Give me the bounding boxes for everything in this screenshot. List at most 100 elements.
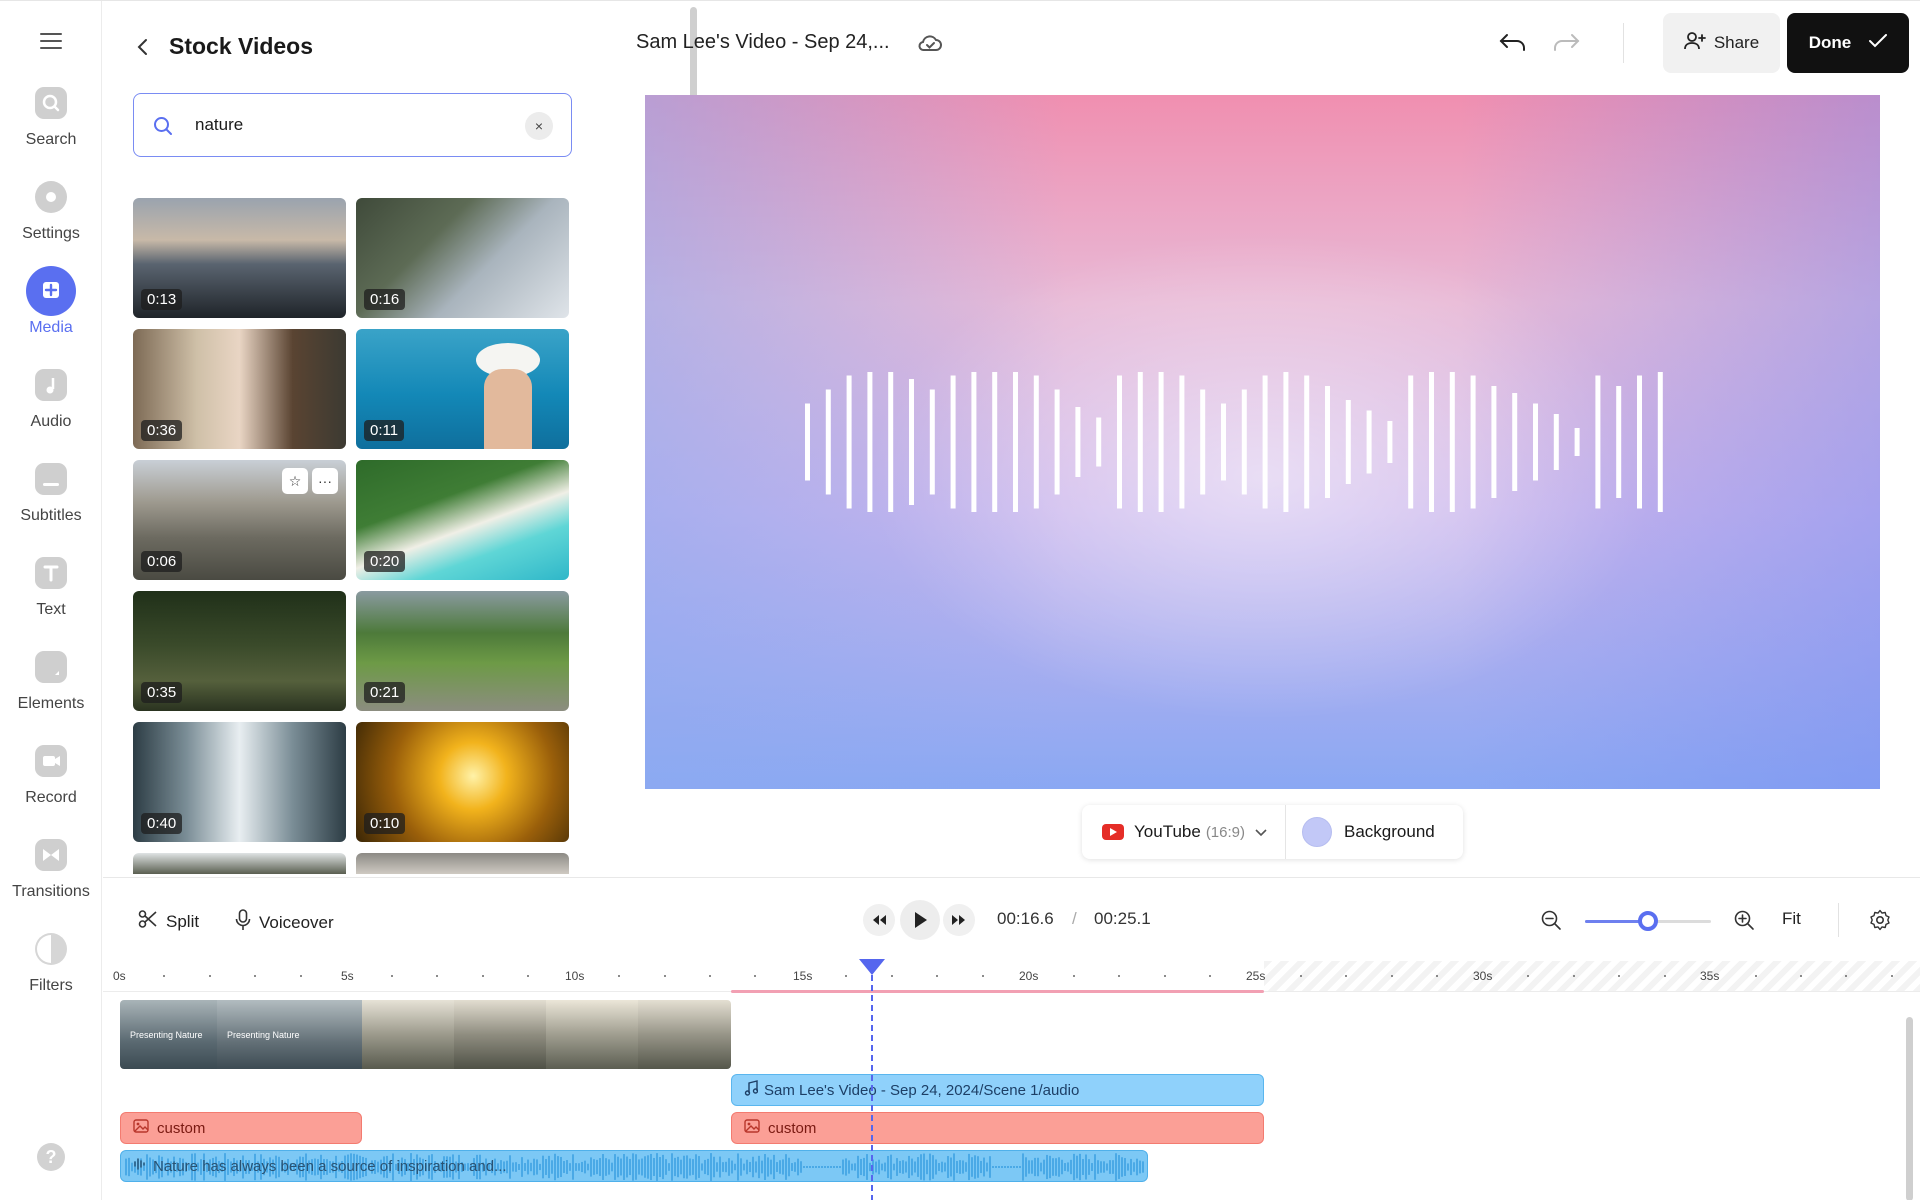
video-thumbnail[interactable]: 0:20 bbox=[356, 460, 569, 580]
timeline-settings-icon[interactable] bbox=[1869, 909, 1891, 936]
waveform-bar bbox=[909, 379, 914, 505]
voiceover-wave-bar bbox=[509, 1155, 511, 1179]
custom-image-clip[interactable]: custom bbox=[731, 1112, 1264, 1144]
voiceover-wave-bar bbox=[731, 1160, 733, 1174]
video-preview-canvas[interactable] bbox=[645, 95, 1880, 789]
voiceover-wave-bar bbox=[617, 1156, 619, 1178]
back-arrow-icon[interactable] bbox=[133, 37, 153, 57]
zoom-slider-handle[interactable] bbox=[1638, 911, 1658, 931]
video-thumbnail[interactable]: 0:10 bbox=[356, 722, 569, 842]
voiceover-wave-bar bbox=[674, 1157, 676, 1177]
star-icon[interactable]: ☆ bbox=[282, 468, 308, 494]
video-thumbnail[interactable]: 0:16 bbox=[356, 198, 569, 318]
rail-item-record[interactable]: Record bbox=[0, 745, 102, 829]
voiceover-wave-bar bbox=[578, 1163, 580, 1171]
fast-forward-button[interactable] bbox=[943, 904, 975, 936]
voiceover-clip[interactable]: Nature has always been a source of inspi… bbox=[120, 1150, 1148, 1182]
voiceover-wave-bar bbox=[602, 1154, 604, 1180]
video-clip[interactable]: Presenting Nature Presenting Nature bbox=[120, 1000, 731, 1069]
voiceover-wave-bar bbox=[698, 1156, 700, 1178]
waveform-bar bbox=[1512, 393, 1518, 491]
audio-track-clip[interactable]: Sam Lee's Video - Sep 24, 2024/Scene 1/a… bbox=[731, 1074, 1264, 1106]
voiceover-wave-bar bbox=[599, 1158, 601, 1176]
voiceover-wave-bar bbox=[1115, 1153, 1117, 1181]
voiceover-wave-bar bbox=[809, 1166, 811, 1168]
voiceover-wave-bar bbox=[755, 1161, 757, 1173]
more-icon[interactable]: ··· bbox=[312, 468, 338, 494]
ruler-dot bbox=[1072, 975, 1075, 977]
ruler-dot bbox=[390, 975, 393, 977]
zoom-in-icon[interactable] bbox=[1733, 909, 1755, 936]
custom-image-clip[interactable]: custom bbox=[120, 1112, 362, 1144]
help-icon[interactable]: ? bbox=[37, 1143, 65, 1171]
search-input[interactable]: nature bbox=[195, 115, 243, 135]
zoom-out-icon[interactable] bbox=[1540, 909, 1562, 936]
undo-icon[interactable] bbox=[1498, 31, 1528, 60]
redo-icon[interactable] bbox=[1551, 31, 1581, 60]
rail-item-settings[interactable]: Settings bbox=[0, 181, 102, 265]
microphone-icon bbox=[235, 909, 251, 936]
voiceover-wave-bar bbox=[806, 1166, 808, 1168]
video-thumbnail[interactable] bbox=[356, 853, 569, 874]
voiceover-wave-bar bbox=[1025, 1157, 1027, 1177]
duration-badge: 0:13 bbox=[141, 289, 183, 310]
voiceover-wave-bar bbox=[530, 1162, 532, 1172]
rail-item-media[interactable]: Media bbox=[0, 266, 102, 359]
rail-item-elements[interactable]: Elements bbox=[0, 651, 102, 735]
rail-item-subtitles[interactable]: Subtitles bbox=[0, 463, 102, 547]
voiceover-button[interactable]: Voiceover bbox=[235, 909, 334, 936]
timeline-ruler[interactable]: 0s 5s 10s 15s 20s 25s 30s 35s bbox=[103, 961, 1920, 991]
thumbnail-tools: ☆ ··· bbox=[282, 468, 338, 494]
video-thumbnail[interactable]: 0:40 bbox=[133, 722, 346, 842]
video-thumbnail[interactable]: 0:35 bbox=[133, 591, 346, 711]
rail-item-search[interactable]: Search bbox=[0, 87, 102, 171]
menu-icon[interactable] bbox=[40, 33, 62, 49]
play-button[interactable] bbox=[900, 900, 940, 940]
voiceover-wave-bar bbox=[827, 1166, 829, 1168]
voiceover-wave-bar bbox=[746, 1159, 748, 1175]
project-title[interactable]: Sam Lee's Video - Sep 24,... bbox=[636, 31, 890, 54]
voiceover-wave-bar bbox=[833, 1166, 835, 1168]
clear-search-icon[interactable]: × bbox=[525, 112, 553, 140]
voiceover-wave-bar bbox=[974, 1155, 976, 1179]
video-thumbnail[interactable]: ☆ ··· 0:06 bbox=[133, 460, 346, 580]
video-thumbnail[interactable] bbox=[133, 853, 346, 874]
voiceover-wave-bar bbox=[572, 1154, 574, 1180]
share-button[interactable]: Share bbox=[1663, 13, 1780, 73]
search-icon bbox=[152, 115, 174, 142]
video-thumbnail[interactable]: 0:21 bbox=[356, 591, 569, 711]
waveform-bar bbox=[1013, 372, 1018, 512]
voiceover-wave-bar bbox=[971, 1157, 973, 1177]
waveform-bar bbox=[825, 389, 831, 495]
stock-search-field[interactable]: nature × bbox=[133, 93, 572, 157]
camera-icon bbox=[35, 745, 67, 777]
done-button[interactable]: Done bbox=[1787, 13, 1909, 73]
ruler-dot bbox=[1436, 975, 1439, 977]
voiceover-wave-bar bbox=[1028, 1160, 1030, 1174]
video-thumbnail[interactable]: 0:11 bbox=[356, 329, 569, 449]
waveform-bar bbox=[1429, 372, 1434, 512]
voiceover-wave-bar bbox=[896, 1158, 898, 1176]
background-button[interactable]: Background bbox=[1286, 817, 1435, 847]
rail-item-filters[interactable]: Filters bbox=[0, 933, 102, 1017]
rail-item-transitions[interactable]: Transitions bbox=[0, 839, 102, 923]
left-rail: Search Settings Media Audio Subtitles Te… bbox=[0, 1, 102, 1200]
rail-item-text[interactable]: Text bbox=[0, 557, 102, 641]
voiceover-wave-bar bbox=[125, 1158, 127, 1176]
voiceover-wave-bar bbox=[800, 1161, 802, 1173]
video-thumbnail[interactable]: 0:13 bbox=[133, 198, 346, 318]
rail-item-audio[interactable]: Audio bbox=[0, 369, 102, 453]
elements-icon bbox=[35, 651, 67, 683]
aspect-ratio-dropdown[interactable]: YouTube (16:9) bbox=[1082, 805, 1286, 859]
split-button[interactable]: Split bbox=[138, 909, 199, 934]
fit-button[interactable]: Fit bbox=[1782, 909, 1801, 929]
timeline-scrollbar[interactable] bbox=[1906, 1017, 1913, 1200]
video-thumbnail[interactable]: 0:36 bbox=[133, 329, 346, 449]
voiceover-wave-bar bbox=[596, 1159, 598, 1175]
custom-clip-label: custom bbox=[768, 1119, 817, 1137]
timeline-playhead[interactable] bbox=[859, 959, 885, 1200]
ruler-dot bbox=[163, 975, 166, 977]
ruler-dot bbox=[1572, 975, 1575, 977]
rewind-button[interactable] bbox=[863, 904, 895, 936]
voiceover-wave-bar bbox=[914, 1161, 916, 1173]
